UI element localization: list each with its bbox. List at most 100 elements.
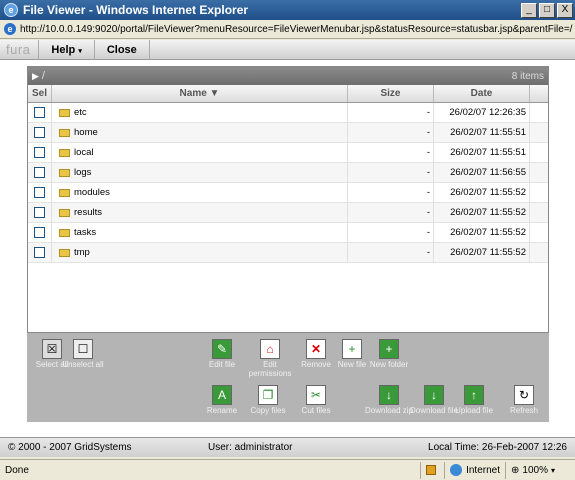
window-titlebar: e File Viewer - Windows Internet Explore…	[0, 0, 575, 20]
edit-file-label: Edit file	[208, 360, 236, 369]
file-date: 26/02/07 11:55:51	[434, 122, 530, 143]
file-name[interactable]: tasks	[74, 223, 96, 243]
rename-icon: A	[212, 385, 232, 405]
table-row[interactable]: tmp -26/02/07 11:55:52	[28, 242, 548, 263]
edit-file-button[interactable]: ✎ Edit file	[197, 339, 247, 369]
folder-icon	[59, 208, 70, 217]
scissors-icon: ✂	[306, 385, 326, 405]
rename-label: Rename	[206, 406, 238, 415]
file-name[interactable]: home	[74, 123, 98, 143]
edit-permissions-button[interactable]: ⌂ Edit permissions	[245, 339, 295, 378]
row-checkbox[interactable]	[34, 107, 45, 118]
file-date: 26/02/07 11:55:52	[434, 222, 530, 243]
header-name[interactable]: Name ▼	[52, 85, 348, 102]
ie-icon: e	[4, 3, 18, 17]
address-bar[interactable]: e http://10.0.0.149:9020/portal/FileView…	[0, 20, 575, 39]
new-folder-button[interactable]: + New folder	[364, 339, 414, 369]
window-title: File Viewer - Windows Internet Explorer	[23, 3, 249, 17]
help-menu[interactable]: Help ▾	[38, 39, 93, 60]
file-size: -	[348, 202, 434, 223]
row-checkbox[interactable]	[34, 147, 45, 158]
file-name[interactable]: local	[74, 143, 94, 163]
refresh-icon: ↻	[514, 385, 534, 405]
close-window-button[interactable]: X	[557, 2, 573, 18]
file-name[interactable]: modules	[74, 183, 110, 203]
file-date: 26/02/07 11:55:52	[434, 202, 530, 223]
minimize-button[interactable]: _	[521, 2, 537, 18]
row-checkbox[interactable]	[34, 187, 45, 198]
globe-icon	[450, 464, 463, 476]
file-size: -	[348, 242, 434, 263]
chevron-down-icon: ▾	[78, 47, 82, 55]
copy-icon: ❐	[258, 385, 278, 405]
copyright: © 2000 - 2007 GridSystems	[8, 442, 132, 453]
app-menubar: fura Help ▾ Close	[0, 39, 575, 60]
row-checkbox[interactable]	[34, 167, 45, 178]
unselect-all-icon: ☐	[73, 339, 93, 359]
table-row[interactable]: local -26/02/07 11:55:51	[28, 142, 548, 163]
item-count: 8 items	[511, 70, 544, 82]
unselect-all-button[interactable]: ☐ Unselect all	[58, 339, 108, 369]
row-checkbox[interactable]	[34, 247, 45, 258]
file-size: -	[348, 222, 434, 243]
download-icon: ↓	[424, 385, 444, 405]
download-zip-label: Download zip	[364, 406, 414, 415]
copy-files-label: Copy files	[250, 406, 286, 415]
copy-files-button[interactable]: ❐ Copy files	[243, 385, 293, 415]
upload-file-button[interactable]: ↑ Upload file	[449, 385, 499, 415]
zoom-level: 100%	[522, 464, 548, 476]
zoom-icon: ⊕	[511, 464, 520, 476]
table-row[interactable]: logs -26/02/07 11:56:55	[28, 162, 548, 183]
folder-icon	[59, 128, 70, 137]
rename-button[interactable]: A Rename	[197, 385, 247, 415]
folder-icon	[59, 188, 70, 197]
table-row[interactable]: results -26/02/07 11:55:52	[28, 202, 548, 223]
current-path[interactable]: /	[42, 70, 512, 82]
zone-label: Internet	[466, 464, 500, 476]
refresh-button[interactable]: ↻ Refresh	[499, 385, 549, 415]
table-body: etc -26/02/07 12:26:35 home -26/02/07 11:5…	[28, 102, 548, 263]
zoom-control[interactable]: ⊕ 100% ▾	[505, 461, 575, 479]
remove-icon: ✕	[306, 339, 326, 359]
expand-arrow-icon[interactable]: ▶	[32, 71, 39, 82]
row-checkbox[interactable]	[34, 207, 45, 218]
file-size: -	[348, 162, 434, 183]
download-zip-icon: ↓	[379, 385, 399, 405]
table-row[interactable]: tasks -26/02/07 11:55:52	[28, 222, 548, 243]
download-zip-button[interactable]: ↓ Download zip	[364, 385, 414, 415]
path-bar: ▶ / 8 items	[28, 67, 548, 85]
close-menu-button[interactable]: Close	[93, 39, 150, 60]
header-date[interactable]: Date	[434, 85, 530, 102]
address-url[interactable]: http://10.0.0.149:9020/portal/FileViewer…	[20, 24, 575, 35]
file-date: 26/02/07 11:55:52	[434, 242, 530, 263]
file-name[interactable]: logs	[74, 163, 91, 183]
file-name[interactable]: tmp	[74, 243, 90, 263]
folder-icon	[59, 248, 70, 257]
header-size[interactable]: Size	[348, 85, 434, 102]
file-name[interactable]: results	[74, 203, 102, 223]
lock-icon	[426, 465, 437, 475]
action-toolbar: ☒ Select all ☐ Unselect all ✎ Edit file ⌂ Ed…	[27, 332, 549, 422]
file-size: -	[348, 102, 434, 123]
row-checkbox[interactable]	[34, 127, 45, 138]
refresh-label: Refresh	[509, 406, 538, 415]
row-checkbox[interactable]	[34, 227, 45, 238]
file-name[interactable]: etc	[74, 103, 87, 123]
status-text: Done	[5, 464, 29, 476]
folder-icon	[59, 108, 70, 117]
upload-icon: ↑	[464, 385, 484, 405]
local-time: Local Time: 26-Feb-2007 12:26	[428, 442, 567, 453]
table-row[interactable]: home -26/02/07 11:55:51	[28, 122, 548, 143]
zone-segment[interactable]: Internet	[444, 461, 505, 479]
maximize-button[interactable]: □	[539, 2, 555, 18]
file-size: -	[348, 182, 434, 203]
table-header: Sel Name ▼ Size Date	[28, 85, 548, 103]
table-row[interactable]: modules -26/02/07 11:55:52	[28, 182, 548, 203]
new-folder-icon: +	[379, 339, 399, 359]
chevron-down-icon: ▾	[550, 465, 555, 475]
table-row[interactable]: etc -26/02/07 12:26:35	[28, 102, 548, 123]
new-file-icon: +	[342, 339, 362, 359]
cut-files-button[interactable]: ✂ Cut files	[291, 385, 341, 415]
folder-icon	[59, 228, 70, 237]
file-date: 26/02/07 12:26:35	[434, 102, 530, 123]
